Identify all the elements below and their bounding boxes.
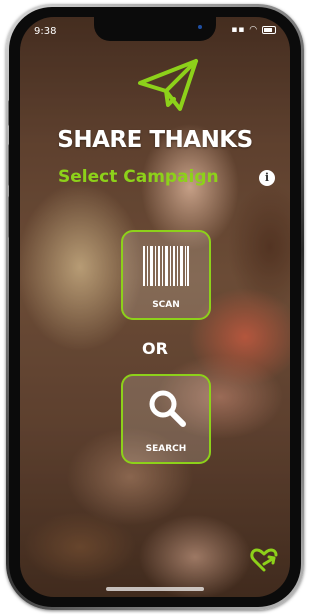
home-indicator[interactable] <box>106 587 204 591</box>
barcode-icon <box>143 246 189 286</box>
heart-share-icon[interactable] <box>250 547 278 573</box>
battery-icon <box>262 25 276 34</box>
page-title: SHARE THANKS <box>57 127 253 153</box>
signal-icon: ▪▪ <box>231 25 246 35</box>
search-icon <box>149 390 186 427</box>
info-icon[interactable]: i <box>259 170 275 186</box>
wifi-icon: ◠ <box>249 25 259 35</box>
notch <box>94 17 216 41</box>
front-camera <box>198 25 202 29</box>
select-campaign-link[interactable]: Select Campaign <box>58 167 219 187</box>
paper-plane-icon <box>138 59 198 111</box>
app-screen: 9:38 ▪▪ ◠ SHARE THANKS Select Campaign i <box>20 17 290 597</box>
status-time: 9:38 <box>34 26 57 37</box>
scan-label: SCAN <box>152 300 180 310</box>
search-button[interactable]: SEARCH <box>121 374 211 464</box>
status-icons: ▪▪ ◠ <box>231 25 276 35</box>
or-divider: OR <box>142 339 168 358</box>
search-label: SEARCH <box>145 444 187 454</box>
main-content: SHARE THANKS Select Campaign i SCAN OR S… <box>20 17 290 597</box>
scan-button[interactable]: SCAN <box>121 230 211 320</box>
